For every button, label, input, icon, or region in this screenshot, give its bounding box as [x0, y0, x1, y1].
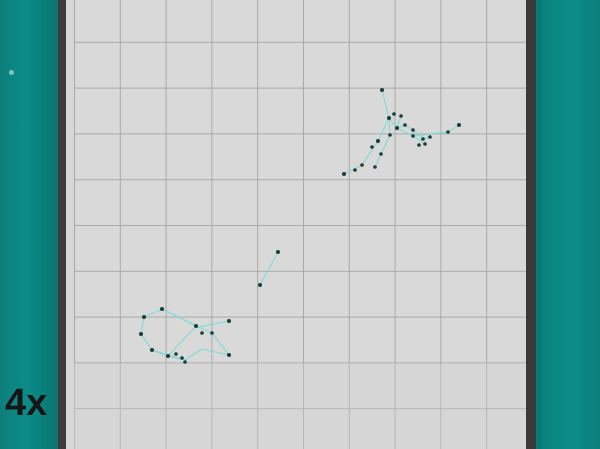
- playback-speed-label: 4x: [5, 382, 48, 424]
- middle-bridge-edges: [259, 251, 279, 286]
- upper-right-cluster-edges: [343, 89, 460, 175]
- lower-left-cluster-nodes: [139, 307, 231, 364]
- lower-left-cluster-edges: [140, 308, 231, 361]
- network-graph: [139, 88, 461, 364]
